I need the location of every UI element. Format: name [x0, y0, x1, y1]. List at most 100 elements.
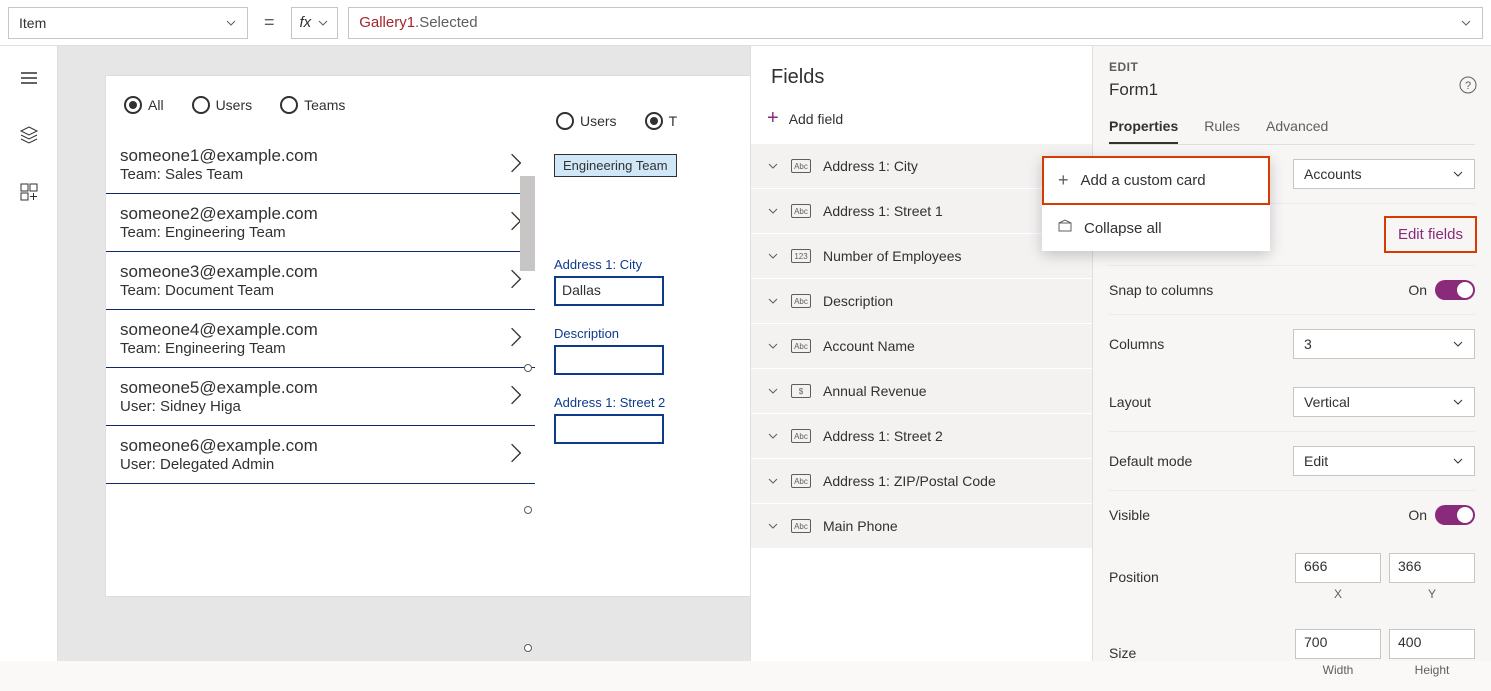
chevron-down-icon: [317, 17, 329, 29]
selection-handle[interactable]: [524, 364, 532, 372]
number-type-icon: 123: [791, 249, 811, 263]
toggle-on-icon: [1435, 280, 1475, 300]
field-row[interactable]: $Annual Revenue: [751, 369, 1147, 414]
chevron-down-icon: [767, 520, 779, 532]
prop-layout-label: Layout: [1109, 394, 1151, 410]
left-icon-bar: [0, 46, 58, 661]
help-icon[interactable]: ?: [1459, 76, 1477, 97]
property-selector-label: Item: [19, 15, 46, 31]
radio-teams-2[interactable]: T: [645, 112, 678, 130]
text-type-icon: Abc: [791, 519, 811, 533]
chevron-down-icon: [1452, 338, 1464, 350]
add-custom-card-item[interactable]: + Add a custom card: [1042, 156, 1270, 205]
chevron-down-icon: [767, 160, 779, 172]
layers-icon[interactable]: [19, 125, 39, 148]
list-item[interactable]: someone6@example.comUser: Delegated Admi…: [106, 426, 535, 484]
position-y-input[interactable]: 366: [1389, 553, 1475, 583]
fields-more-menu: + Add a custom card Collapse all: [1042, 156, 1270, 251]
chevron-right-icon: [509, 384, 523, 409]
chevron-down-icon: [767, 340, 779, 352]
chevron-down-icon: [225, 17, 237, 29]
text-type-icon: Abc: [791, 294, 811, 308]
prop-position-label: Position: [1109, 569, 1159, 585]
formula-bar: Item = fx Gallery1.Selected: [0, 0, 1491, 46]
list-item[interactable]: someone3@example.comTeam: Document Team: [106, 252, 535, 310]
chevron-right-icon: [509, 326, 523, 351]
size-height-input[interactable]: 400: [1389, 629, 1475, 659]
list-item[interactable]: someone5@example.comUser: Sidney Higa: [106, 368, 535, 426]
radio-users-2[interactable]: Users: [556, 112, 617, 130]
default-mode-select[interactable]: Edit: [1293, 446, 1475, 476]
chevron-down-icon: [767, 430, 779, 442]
field-row-label: Description: [823, 293, 893, 309]
field-row-label: Address 1: Street 2: [823, 428, 943, 444]
collapse-all-item[interactable]: Collapse all: [1042, 205, 1270, 251]
gallery-items: someone1@example.comTeam: Sales Team som…: [106, 136, 535, 484]
prop-size-label: Size: [1109, 645, 1136, 661]
selection-handle[interactable]: [524, 506, 532, 514]
field-row[interactable]: Abc Description: [751, 279, 1147, 324]
field-row[interactable]: AbcAddress 1: Street 2: [751, 414, 1147, 459]
gallery1: All Users Teams someone1@example.comTeam…: [106, 76, 536, 596]
chevron-right-icon: [509, 268, 523, 293]
field-row-label: Address 1: ZIP/Postal Code: [823, 473, 996, 489]
field-row[interactable]: Abc Main Phone: [751, 504, 1147, 549]
fx-button[interactable]: fx: [291, 7, 339, 39]
radio-all[interactable]: All: [124, 96, 164, 114]
radio-users[interactable]: Users: [192, 96, 253, 114]
size-width-input[interactable]: 700: [1295, 629, 1381, 659]
svg-text:?: ?: [1465, 80, 1471, 92]
chevron-down-icon: [1452, 168, 1464, 180]
properties-tabs: Properties Rules Advanced: [1109, 118, 1475, 145]
columns-select[interactable]: 3: [1293, 329, 1475, 359]
chevron-right-icon: [509, 442, 523, 467]
visible-toggle[interactable]: On: [1408, 505, 1475, 525]
add-field-button[interactable]: + Add field: [767, 107, 843, 130]
properties-panel: EDIT Form1 ? Properties Rules Advanced D…: [1092, 46, 1491, 661]
chevron-down-icon: [1452, 455, 1464, 467]
field-input-description[interactable]: [554, 345, 664, 375]
selected-team-tag[interactable]: Engineering Team: [554, 154, 677, 177]
chevron-down-icon: [767, 250, 779, 262]
control-name: Form1: [1109, 80, 1475, 100]
text-type-icon: Abc: [791, 339, 811, 353]
field-row[interactable]: Abc Account Name: [751, 324, 1147, 369]
list-item[interactable]: someone4@example.comTeam: Engineering Te…: [106, 310, 535, 368]
toggle-on-icon: [1435, 505, 1475, 525]
fields-panel: Fields + Add field ··· AbcAddress 1: Cit…: [750, 46, 1148, 661]
position-x-input[interactable]: 666: [1295, 553, 1381, 583]
add-component-icon[interactable]: [19, 182, 39, 205]
tab-properties[interactable]: Properties: [1109, 118, 1178, 144]
collapse-all-label: Collapse all: [1084, 220, 1162, 237]
property-selector[interactable]: Item: [8, 7, 248, 39]
text-type-icon: Abc: [791, 474, 811, 488]
tab-rules[interactable]: Rules: [1204, 118, 1240, 144]
field-row-label: Account Name: [823, 338, 915, 354]
list-item[interactable]: someone1@example.comTeam: Sales Team: [106, 136, 535, 194]
gallery-scrollbar[interactable]: [520, 176, 535, 271]
chevron-down-icon: [767, 475, 779, 487]
field-input-street2[interactable]: [554, 414, 664, 444]
data-source-select[interactable]: Accounts: [1293, 159, 1475, 189]
field-row-label: Address 1: City: [823, 158, 918, 174]
formula-text: Gallery1.Selected: [359, 14, 477, 31]
selection-handle[interactable]: [524, 644, 532, 652]
tab-advanced[interactable]: Advanced: [1266, 118, 1328, 144]
prop-default-mode-label: Default mode: [1109, 453, 1192, 469]
field-input-city[interactable]: Dallas: [554, 276, 664, 306]
chevron-down-icon: [1460, 17, 1472, 29]
radio-teams[interactable]: Teams: [280, 96, 345, 114]
field-row-label: Main Phone: [823, 518, 898, 534]
plus-icon: +: [1058, 170, 1069, 191]
canvas-area: All Users Teams someone1@example.comTeam…: [58, 46, 1092, 661]
field-row[interactable]: Abc Address 1: ZIP/Postal Code: [751, 459, 1147, 504]
edit-fields-button[interactable]: Edit fields: [1386, 218, 1475, 251]
hamburger-icon[interactable]: [19, 68, 39, 91]
snap-toggle[interactable]: On: [1408, 280, 1475, 300]
chevron-down-icon: [767, 385, 779, 397]
layout-select[interactable]: Vertical: [1293, 387, 1475, 417]
chevron-down-icon: [1452, 396, 1464, 408]
list-item[interactable]: someone2@example.comTeam: Engineering Te…: [106, 194, 535, 252]
prop-snap-label: Snap to columns: [1109, 282, 1213, 298]
formula-input[interactable]: Gallery1.Selected: [348, 7, 1483, 39]
